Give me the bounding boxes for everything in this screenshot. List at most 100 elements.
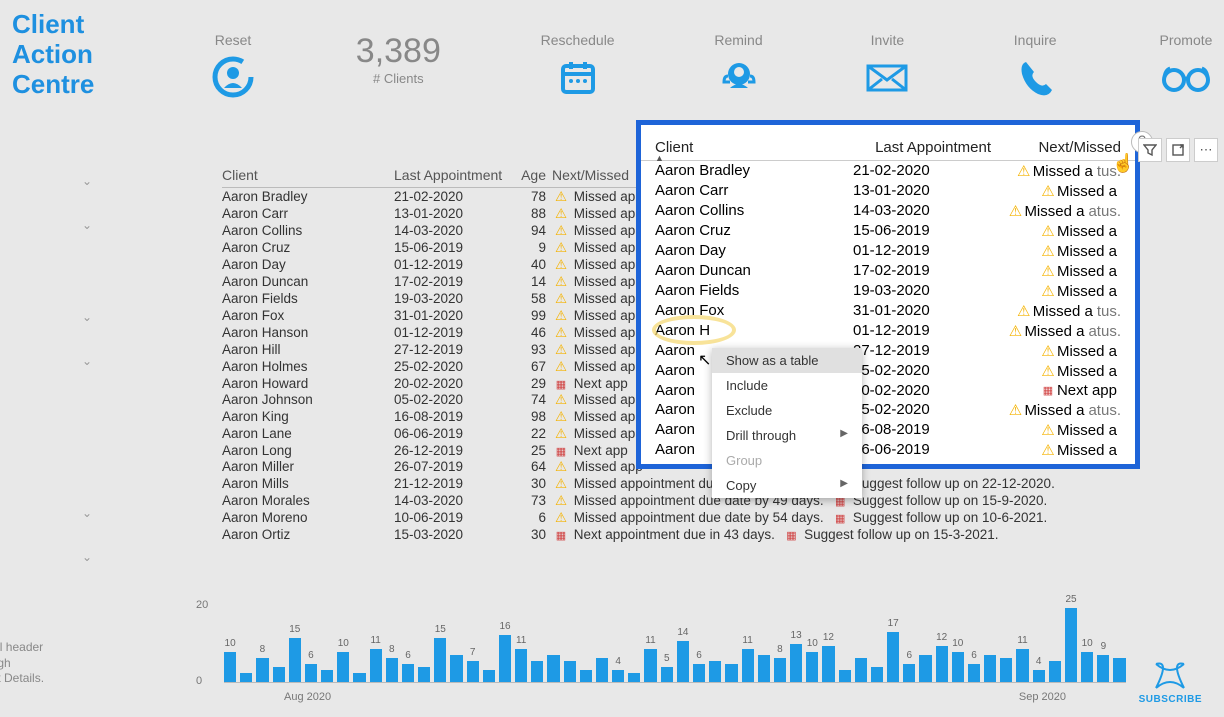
table-row[interactable]: Aaron Moreno10-06-20196⚠ Missed appointm… [222,509,1055,526]
filter-icon[interactable] [1138,138,1162,162]
invite-action[interactable]: Invite [862,32,912,100]
bar[interactable] [628,673,640,682]
reset-action[interactable]: Reset [210,32,256,100]
bar[interactable]: 6 [968,664,980,682]
context-menu[interactable]: Show as a tableIncludeExcludeDrill throu… [712,348,862,498]
bar[interactable] [531,661,543,682]
bar[interactable] [418,667,430,682]
context-menu-item[interactable]: Exclude [712,398,862,423]
popup-row[interactable]: Aaron Fox31-01-2020⚠ Missed a tus. [655,301,1121,321]
bar[interactable]: 11 [370,649,382,682]
bar[interactable]: 5 [661,667,673,682]
sidebar-row[interactable]: up⌄ [0,492,110,536]
bar[interactable] [353,673,365,682]
popup-row[interactable]: Aaron Day01-12-2019⚠ Missed a [655,241,1121,261]
bar[interactable] [580,670,592,682]
sidebar-row[interactable]: ⌄ [0,204,110,246]
bar[interactable]: 6 [903,664,915,682]
bar[interactable] [725,664,737,682]
bar[interactable]: 8 [774,658,786,682]
bar[interactable]: 16 [499,635,511,682]
bar[interactable]: 11 [1016,649,1028,682]
bar[interactable] [564,661,576,682]
bar[interactable]: 15 [289,638,301,682]
bar[interactable]: 10 [1081,652,1093,682]
bar[interactable] [596,658,608,682]
popup-row[interactable]: Aaron Cruz15-06-2019⚠ Missed a [655,221,1121,241]
popup-row[interactable]: Aaron Carr13-01-2020⚠ Missed a [655,181,1121,201]
bar[interactable] [919,655,931,682]
bar[interactable]: 6 [402,664,414,682]
sidebar-row[interactable]: ⌄ [0,536,110,578]
col-client-header[interactable]: Client [222,167,394,183]
context-menu-item[interactable]: Drill through▶ [712,423,862,448]
bar[interactable] [483,670,495,682]
bar[interactable]: 4 [1033,670,1045,682]
inquire-action[interactable]: Inquire [1012,32,1058,100]
warning-icon: ⚠ [1039,182,1057,200]
popup-col-next[interactable]: Next/Missed [991,139,1121,156]
bar[interactable]: 6 [305,664,317,682]
bar[interactable]: 8 [386,658,398,682]
timeline-bar-chart[interactable]: 20 0 10815610118615716114115146118131012… [196,599,1126,709]
subscribe-badge[interactable]: SUBSCRIBE [1139,660,1202,705]
bar[interactable] [1113,658,1125,682]
bar[interactable]: 11 [515,649,527,682]
bar[interactable] [709,661,721,682]
context-menu-item[interactable]: Copy▶ [712,473,862,498]
sidebar-row[interactable]: ⌄ [0,340,110,382]
context-menu-item[interactable]: Show as a table [712,348,862,373]
bar[interactable] [1000,658,1012,682]
bar[interactable]: 10 [224,652,236,682]
bar[interactable] [855,658,867,682]
bar[interactable]: 25 [1065,608,1077,682]
popup-row[interactable]: Aaron Fields19-03-2020⚠ Missed a [655,281,1121,301]
focus-mode-icon[interactable] [1166,138,1190,162]
bar[interactable]: 10 [337,652,349,682]
more-options-icon[interactable]: ⋯ [1194,138,1218,162]
popup-row[interactable]: Aaron H01-12-2019⚠ Missed a atus. [655,321,1121,341]
bar[interactable] [984,655,996,682]
bar[interactable] [547,655,559,682]
bar[interactable]: 17 [887,632,899,682]
bar[interactable]: 7 [467,661,479,682]
bar[interactable]: 14 [677,641,689,682]
bar[interactable] [839,670,851,682]
bar[interactable]: 10 [952,652,964,682]
bar[interactable]: 10 [806,652,818,682]
bar[interactable]: 12 [822,646,834,682]
popup-col-client[interactable]: Client [655,139,853,156]
popup-row[interactable]: Aaron Collins14-03-2020⚠ Missed a atus. [655,201,1121,221]
app-title: Client Action Centre [12,10,94,100]
reschedule-action[interactable]: Reschedule [541,32,615,100]
bar[interactable]: 9 [1097,655,1109,682]
bar[interactable]: 4 [612,670,624,682]
context-menu-item[interactable]: Include [712,373,862,398]
table-row[interactable]: Aaron Mills21-12-201930⚠ Missed appointm… [222,475,1055,492]
bar[interactable]: 11 [644,649,656,682]
bar[interactable] [273,667,285,682]
bar[interactable] [321,670,333,682]
bar[interactable] [758,655,770,682]
table-row[interactable]: Aaron Ortiz15-03-202030▦ Next appointmen… [222,526,1055,542]
bar[interactable]: 15 [434,638,446,682]
bar[interactable]: 13 [790,644,802,682]
bar[interactable]: 12 [936,646,948,682]
bar[interactable] [450,655,462,682]
col-age-header[interactable]: Age [514,167,552,183]
popup-row[interactable]: Aaron Bradley21-02-2020⚠ Missed a tus. [655,161,1121,181]
sidebar-row[interactable]: roup⌄ [0,296,110,340]
table-row[interactable]: Aaron Morales14-03-202073⚠ Missed appoin… [222,492,1055,509]
sidebar-row[interactable]: ts⌄ [0,160,110,204]
bar[interactable] [871,667,883,682]
promote-action[interactable]: Promote [1158,32,1214,100]
bar[interactable]: 6 [693,664,705,682]
popup-row[interactable]: Aaron Duncan17-02-2019⚠ Missed a [655,261,1121,281]
bar[interactable] [1049,661,1061,682]
col-last-header[interactable]: Last Appointment [394,167,514,183]
bar[interactable] [240,673,252,682]
bar[interactable]: 11 [742,649,754,682]
popup-col-last[interactable]: Last Appointment [853,139,991,156]
remind-action[interactable]: Remind [714,32,762,100]
bar[interactable]: 8 [256,658,268,682]
